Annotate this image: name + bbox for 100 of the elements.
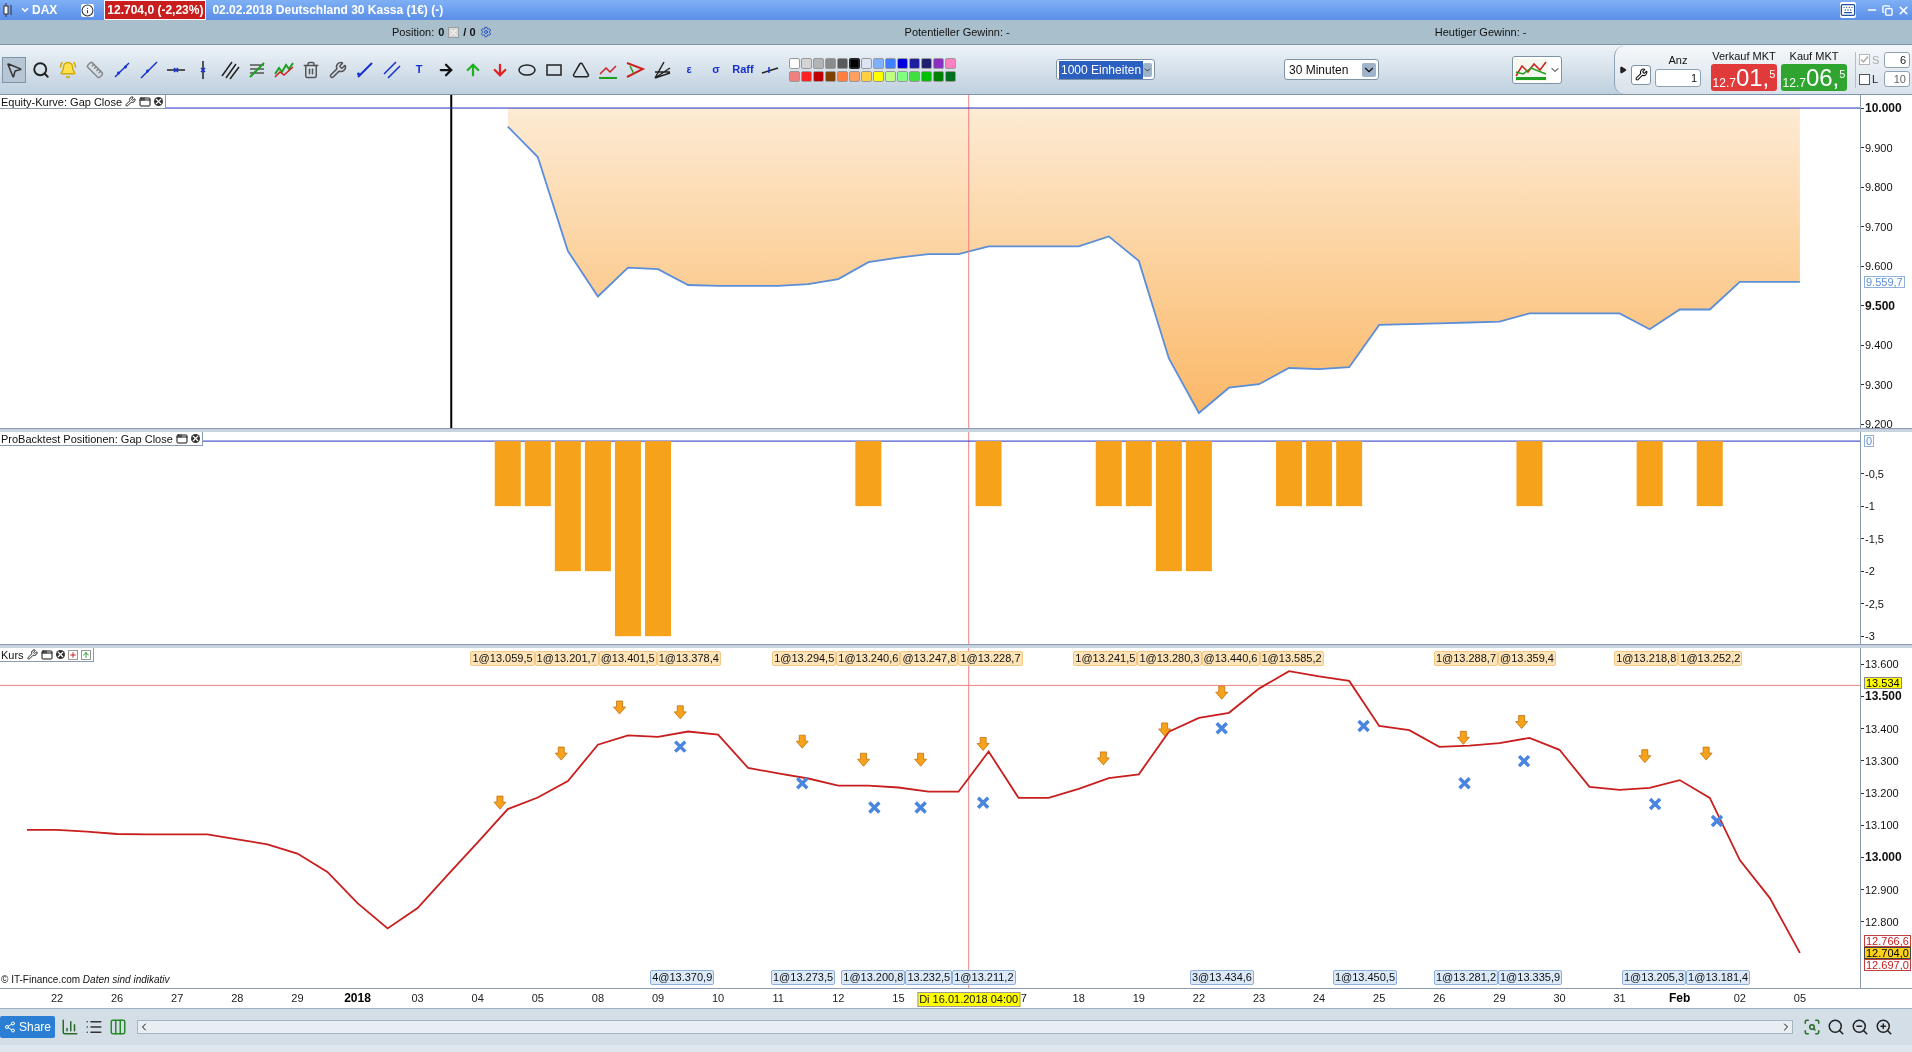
option-field[interactable]: 10 — [1884, 71, 1910, 88]
zoom-out-icon[interactable] — [1851, 1018, 1870, 1036]
quantity-field[interactable]: 1 — [1655, 68, 1701, 87]
checkbox[interactable] — [1859, 73, 1870, 85]
color-swatch[interactable] — [897, 70, 908, 82]
wrench-icon[interactable] — [26, 649, 38, 660]
columns-icon[interactable] — [109, 1018, 128, 1036]
color-swatch[interactable] — [945, 57, 956, 69]
color-swatch[interactable] — [825, 70, 836, 82]
color-swatch[interactable] — [801, 57, 812, 69]
color-swatch[interactable] — [873, 57, 884, 69]
date-label: 15 — [892, 992, 905, 1005]
period-dropdown[interactable]: 30 Minuten — [1284, 59, 1379, 80]
color-swatch[interactable] — [849, 70, 860, 82]
trade-label: @13.247,8 — [900, 651, 959, 666]
trade-label: 1@13.211,2 — [952, 970, 1016, 985]
color-swatch[interactable] — [909, 70, 920, 82]
caret-icon — [1143, 62, 1152, 77]
triangle-channel-icon — [625, 59, 645, 80]
collapse-icon[interactable] — [1619, 65, 1627, 74]
candlestick-icon[interactable] — [2, 3, 14, 17]
color-swatch[interactable] — [789, 57, 800, 69]
caret-icon — [1362, 62, 1376, 77]
date-label: 30 — [1553, 992, 1566, 1005]
list-icon[interactable] — [85, 1018, 104, 1036]
trash-icon — [302, 60, 320, 79]
close-icon[interactable] — [55, 650, 65, 659]
keyboard-icon[interactable] — [1840, 2, 1856, 18]
position-bar — [524, 441, 551, 507]
color-swatch[interactable] — [801, 70, 812, 82]
axis-label: -1,5 — [1864, 532, 1884, 545]
tool-button[interactable]: T — [407, 56, 431, 83]
bar-chart-icon[interactable] — [61, 1018, 80, 1036]
trade-label: 1@13.240,6 — [836, 651, 901, 666]
axis-label: 9.700 — [1864, 220, 1893, 233]
arrow-up-icon[interactable] — [80, 649, 91, 660]
window-icon[interactable] — [175, 432, 188, 445]
share-button[interactable]: Share — [0, 1016, 56, 1038]
close-icon[interactable] — [154, 97, 164, 106]
color-swatch[interactable] — [921, 70, 932, 82]
trade-label: 1@13.294,5 — [772, 651, 837, 666]
info-icon[interactable] — [81, 3, 95, 17]
date-label: 31 — [1613, 992, 1626, 1005]
color-swatch[interactable] — [897, 57, 908, 69]
color-swatch[interactable] — [861, 70, 872, 82]
zoom-fit-icon[interactable] — [1827, 1018, 1846, 1036]
color-swatch[interactable] — [909, 57, 920, 69]
color-swatch[interactable] — [813, 70, 824, 82]
gears-icon[interactable] — [479, 26, 492, 38]
color-swatch[interactable] — [825, 57, 836, 69]
units-dropdown[interactable]: 1000 Einheiten — [1056, 59, 1155, 80]
date-label: 29 — [1493, 992, 1506, 1005]
color-swatch[interactable] — [837, 70, 848, 82]
chart-settings-icon[interactable] — [1803, 1018, 1822, 1036]
color-swatch[interactable] — [813, 57, 824, 69]
trade-label: 1@13.200,8 — [841, 970, 906, 985]
date-label: 22 — [50, 992, 64, 1005]
window-icon[interactable] — [139, 95, 152, 108]
indicator-button[interactable] — [1512, 55, 1562, 84]
tool-button[interactable]: Raff — [731, 56, 755, 83]
chart-indicator-icon — [1513, 57, 1549, 82]
close-position-icon[interactable] — [448, 26, 460, 38]
axis-label: -2,5 — [1864, 597, 1884, 610]
trade-label: 1@13.201,7 — [534, 651, 599, 666]
color-swatch[interactable] — [849, 57, 860, 69]
color-swatch[interactable] — [945, 70, 956, 82]
trade-label: 1@13.241,5 — [1073, 651, 1138, 666]
axis-label: 13.500 — [1864, 690, 1902, 703]
settings-button[interactable] — [1631, 64, 1651, 85]
value-badge: 12.766,6 — [1864, 934, 1911, 947]
restore-icon[interactable] — [1882, 4, 1893, 16]
color-swatch[interactable] — [861, 57, 872, 69]
trade-label: 1@13.281,2 — [1433, 970, 1498, 985]
wrench-icon[interactable] — [125, 96, 137, 107]
color-swatch[interactable] — [921, 57, 932, 69]
axis-label: 13.000 — [1864, 851, 1902, 864]
color-swatch[interactable] — [789, 70, 800, 82]
value-badge: 9.559,7 — [1864, 275, 1905, 288]
position-total: / 0 — [463, 24, 476, 40]
tool-button[interactable]: σ — [704, 56, 728, 83]
color-swatch[interactable] — [885, 57, 896, 69]
date-label: 22 — [1192, 992, 1205, 1005]
zoom-in-icon[interactable] — [1875, 1018, 1894, 1036]
scrollbar[interactable] — [137, 1020, 1794, 1034]
color-swatch[interactable] — [885, 70, 896, 82]
tool-button[interactable]: ε — [677, 56, 701, 83]
close-icon[interactable] — [190, 434, 200, 443]
color-swatch[interactable] — [933, 70, 944, 82]
axis-label: 9.900 — [1864, 141, 1893, 154]
axis-label: 13.300 — [1864, 754, 1899, 767]
value-badge: 0 — [1864, 435, 1875, 448]
color-swatch[interactable] — [837, 57, 848, 69]
ruler-icon — [86, 60, 104, 79]
price-main: 06, — [1805, 65, 1840, 92]
window-icon[interactable] — [40, 648, 53, 661]
color-swatch[interactable] — [933, 57, 944, 69]
price-main: 01, — [1735, 65, 1770, 92]
color-swatch[interactable] — [873, 70, 884, 82]
plus-icon[interactable] — [67, 649, 78, 660]
tool-button[interactable] — [2, 56, 26, 83]
